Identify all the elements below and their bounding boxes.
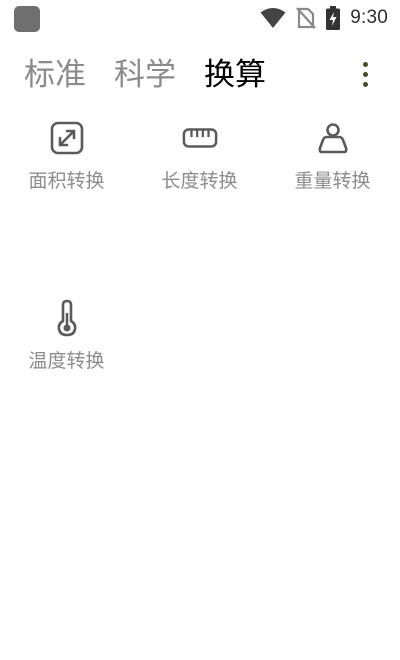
area-conversion-button[interactable]: 面积转换: [0, 120, 133, 220]
mode-tabs: 标准 科学 换算: [0, 48, 400, 102]
status-bar: 9:30: [0, 0, 400, 36]
battery-charging-icon: [326, 6, 341, 30]
length-conversion-button[interactable]: 长度转换: [133, 120, 266, 220]
status-icons: 9:30: [260, 6, 388, 30]
ruler-icon: [182, 120, 218, 156]
tab-scientific[interactable]: 科学: [114, 48, 176, 102]
weight-conversion-button[interactable]: 重量转换: [266, 120, 399, 220]
area-icon: [49, 120, 85, 156]
more-dot: [362, 61, 368, 67]
temperature-conversion-label: 温度转换: [28, 350, 105, 372]
app-indicator-icon: [14, 6, 40, 32]
status-time: 9:30: [350, 7, 388, 28]
thermometer-icon: [49, 299, 85, 337]
length-conversion-label: 长度转换: [161, 170, 238, 192]
more-vertical-icon[interactable]: [356, 56, 374, 92]
weight-conversion-label: 重量转换: [294, 170, 371, 192]
no-sim-icon: [296, 7, 317, 29]
temperature-conversion-button[interactable]: 温度转换: [0, 299, 133, 400]
tab-conversion[interactable]: 换算: [204, 48, 266, 102]
wifi-icon: [260, 8, 286, 28]
area-conversion-label: 面积转换: [28, 170, 105, 192]
more-dot: [362, 71, 368, 77]
weight-icon: [315, 120, 351, 156]
more-dot: [362, 81, 368, 87]
tab-standard[interactable]: 标准: [24, 48, 86, 102]
